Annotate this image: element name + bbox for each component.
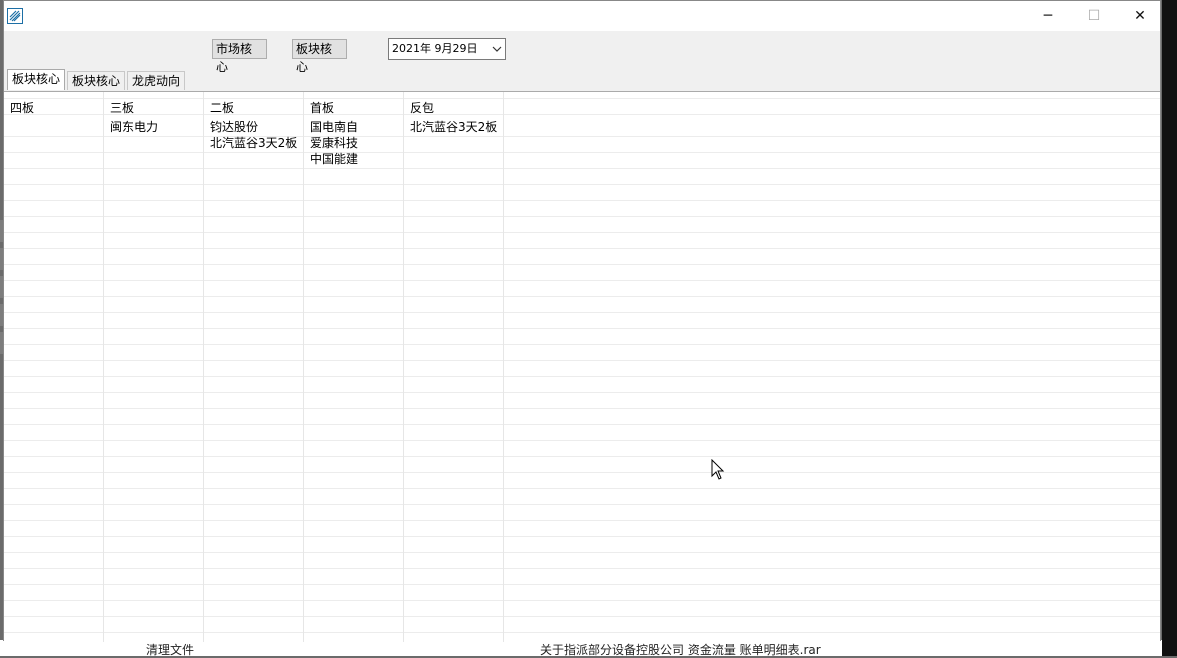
minimize-button[interactable]: ─ — [1032, 5, 1064, 27]
date-picker[interactable]: 2021年 9月29日 — [388, 38, 506, 60]
app-icon[interactable] — [7, 8, 23, 24]
stock-cell[interactable]: 钧达股份 — [210, 119, 258, 135]
column-two-board: 二板 钧达股份 北汽蓝谷3天2板 — [204, 92, 304, 642]
chevron-down-icon[interactable] — [492, 39, 502, 66]
background-file-label: 关于指派部分设备控股公司 资金流量 账单明细表.rar — [540, 643, 821, 657]
maximize-button[interactable]: ☐ — [1078, 5, 1110, 27]
column-header: 二板 — [210, 101, 235, 115]
column-header: 四板 — [10, 101, 35, 115]
stock-cell[interactable]: 闽东电力 — [110, 119, 158, 135]
column-header: 反包 — [410, 101, 435, 115]
close-button[interactable]: ✕ — [1124, 5, 1156, 27]
title-bar: ─ ☐ ✕ — [4, 1, 1160, 31]
column-three-board: 三板 闽东电力 — [104, 92, 204, 642]
stock-cell[interactable]: 国电南自 — [310, 119, 358, 135]
column-header: 首板 — [310, 101, 335, 115]
sector-core-button[interactable]: 板块核心 — [292, 39, 347, 74]
date-value: 2021年 9月29日 — [392, 42, 478, 55]
column-first-board: 首板 国电南自 爱康科技 中国能建 — [304, 92, 404, 642]
background-dark-edge — [1162, 0, 1177, 656]
app-window: ─ ☐ ✕ 市场核心 板块核心 2021年 9月29日 板块核心 板块核心 龙虎… — [3, 0, 1161, 642]
market-core-button[interactable]: 市场核心 — [212, 39, 267, 74]
stock-cell[interactable]: 北汽蓝谷3天2板 — [410, 119, 497, 135]
column-header: 三板 — [110, 101, 135, 115]
mouse-pointer-icon — [711, 458, 725, 484]
stock-cell[interactable]: 中国能建 — [310, 151, 358, 167]
stock-cell[interactable]: 北汽蓝谷3天2板 — [210, 135, 297, 151]
board-grid: 四板 三板 闽东电力 二板 钧达股份 北汽蓝谷3天2板 首板 国电南自 爱康科技… — [4, 91, 1160, 642]
tab-dragon-tiger[interactable]: 龙虎动向 — [127, 71, 185, 90]
column-rebound: 反包 北汽蓝谷3天2板 — [404, 92, 504, 642]
tab-sector-core-2[interactable]: 板块核心 — [67, 71, 125, 90]
background-file-label: 清理文件 — [146, 643, 195, 657]
column-four-board: 四板 — [4, 92, 104, 642]
stock-cell[interactable]: 爱康科技 — [310, 135, 358, 151]
tab-sector-core[interactable]: 板块核心 — [7, 69, 65, 90]
